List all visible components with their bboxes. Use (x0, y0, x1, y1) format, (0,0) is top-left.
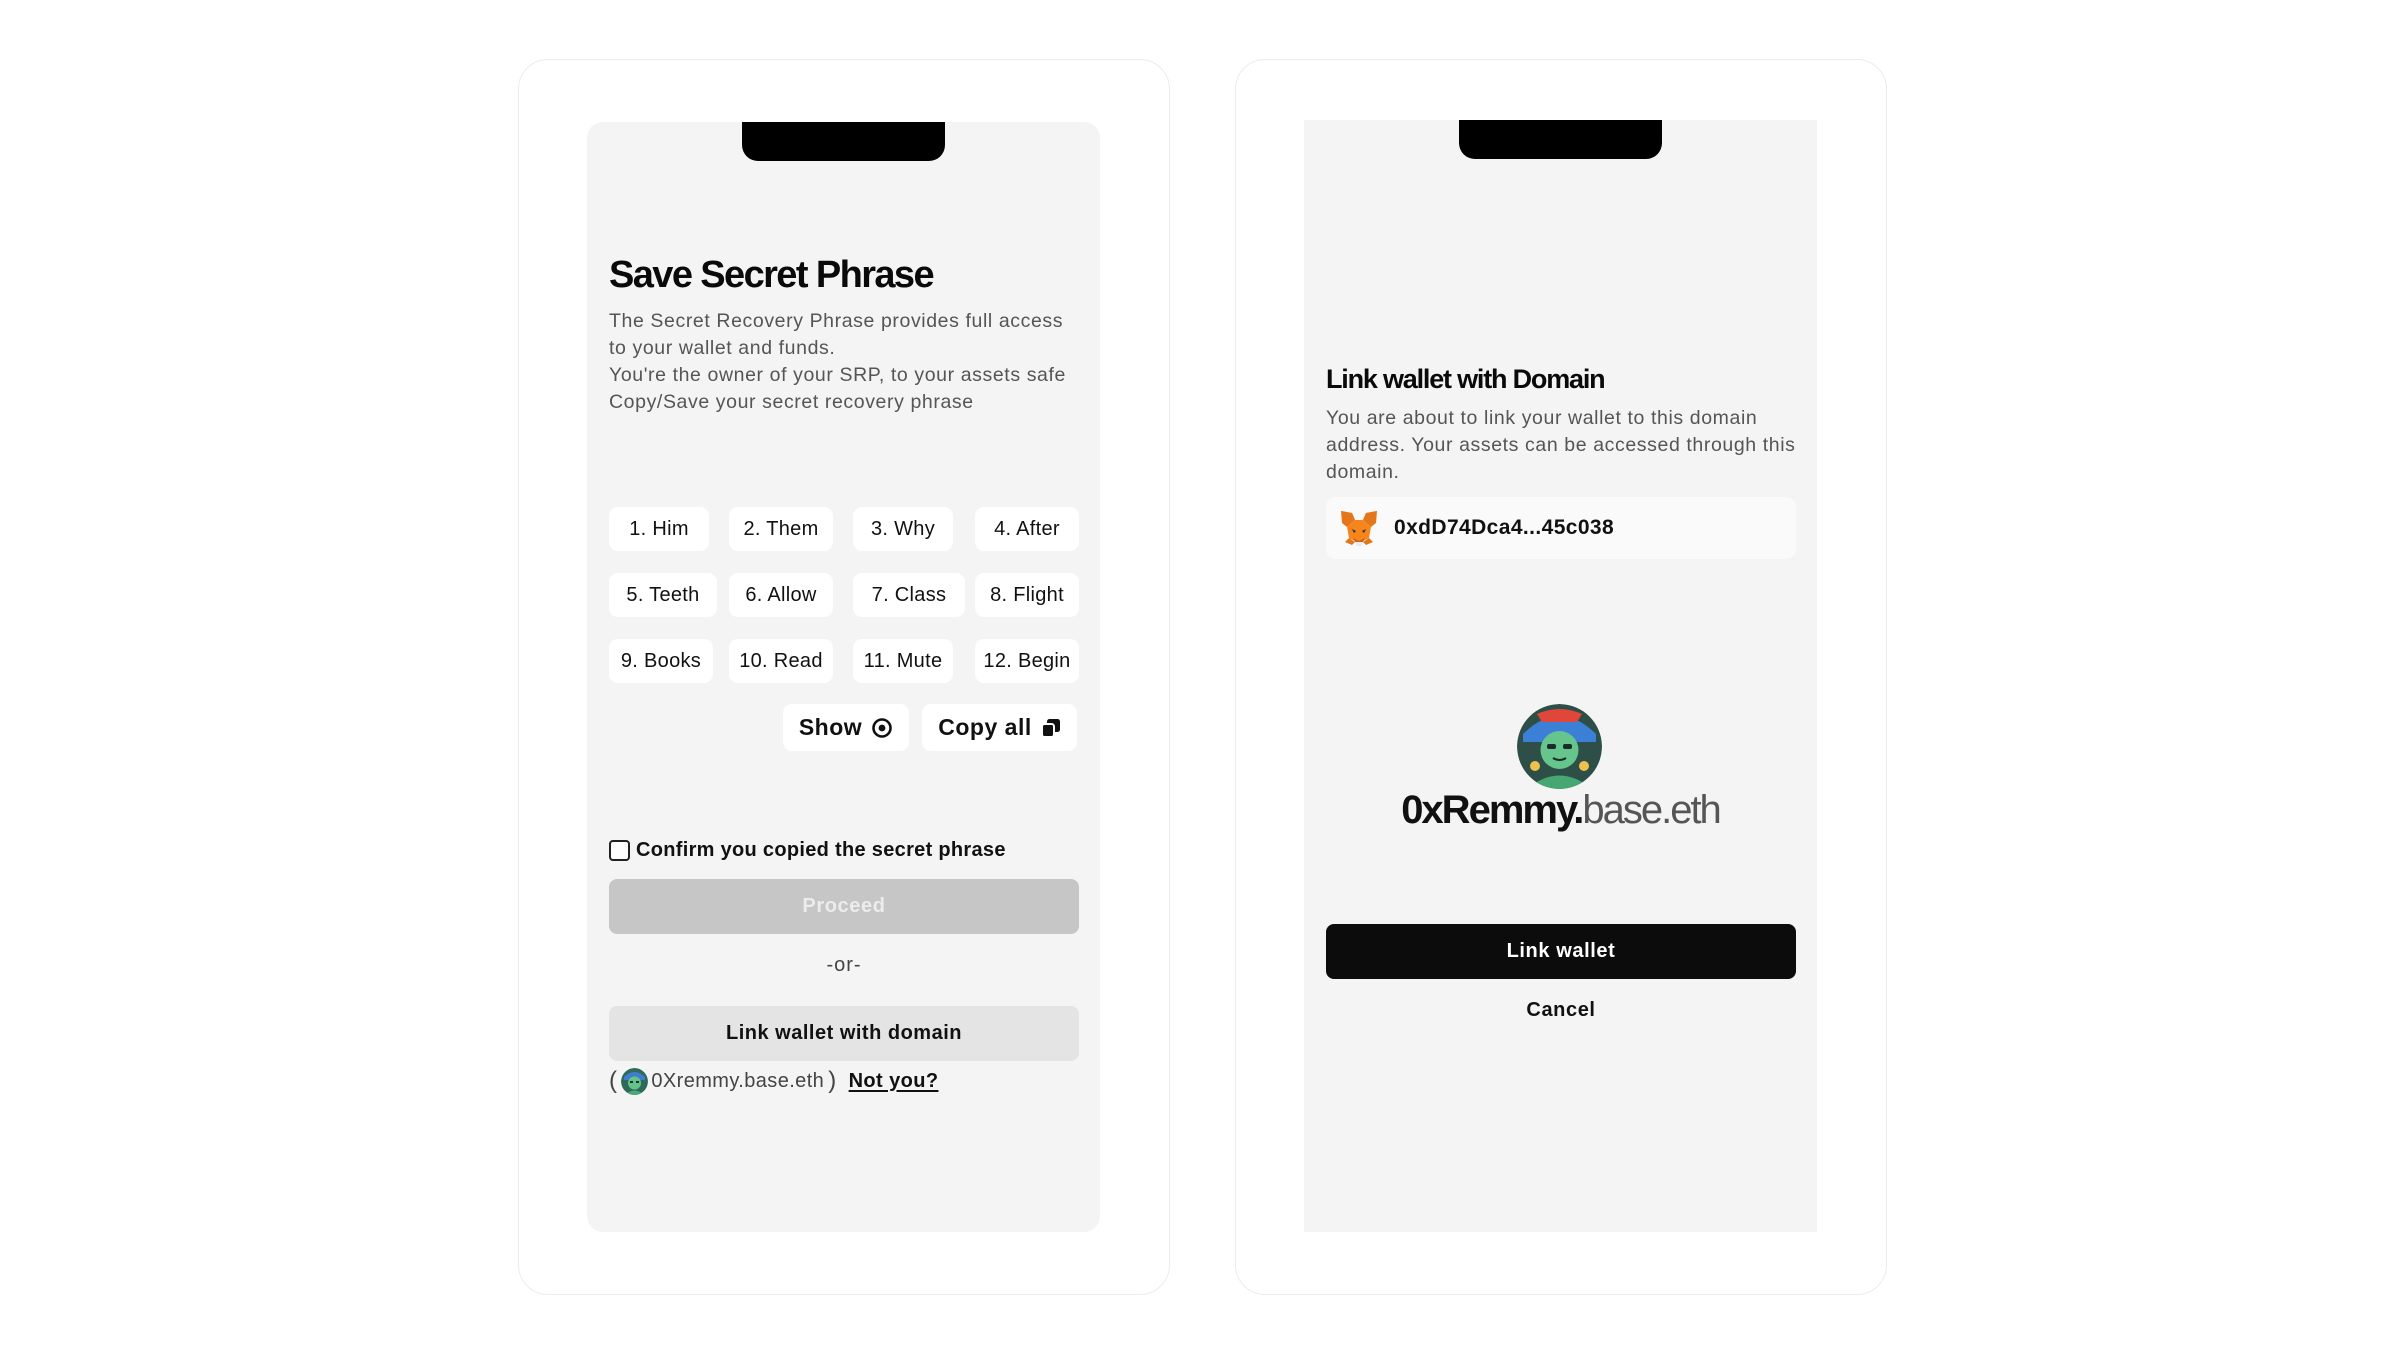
copy-icon (1040, 718, 1060, 738)
phrase-word: 10. Read (729, 639, 833, 683)
domain-handle: 0xRemmy. (1401, 788, 1584, 832)
proceed-button[interactable]: Proceed (609, 879, 1079, 934)
phrase-word: 11. Mute (853, 639, 953, 683)
description-line: The Secret Recovery Phrase provides full… (609, 310, 1064, 359)
phrase-word: 8. Flight (975, 573, 1079, 617)
confirm-label: Confirm you copied the secret phrase (636, 839, 1006, 861)
or-divider: -or- (826, 954, 862, 976)
phrase-word: 12. Begin (975, 639, 1079, 683)
current-identity: ( 0Xremmy.base.eth ) Not you? (609, 1067, 938, 1095)
show-label: Show (798, 714, 863, 740)
secret-phrase-grid: 1. Him 2. Them 3. Why 4. After 5. Teeth … (609, 507, 1079, 687)
phrase-word: 4. After (975, 507, 1079, 551)
confirm-checkbox[interactable] (609, 840, 630, 861)
metamask-fox-icon (1339, 509, 1379, 547)
page-description: You are about to link your wallet to thi… (1326, 407, 1796, 483)
page-title: Link wallet with Domain (1326, 364, 1606, 394)
close-paren: ) (828, 1067, 837, 1094)
phrase-word: 9. Books (609, 639, 713, 683)
link-wallet-with-domain-button[interactable]: Link wallet with domain (609, 1006, 1079, 1061)
phrase-word: 5. Teeth (609, 573, 717, 617)
not-you-link[interactable]: Not you? (849, 1070, 939, 1093)
phone-notch (742, 122, 945, 161)
phrase-word: 7. Class (853, 573, 965, 617)
link-domain-card: Link wallet with Domain You are about to… (1235, 59, 1887, 1295)
link-domain-screen: Link wallet with Domain You are about to… (1304, 120, 1817, 1232)
phrase-word: 6. Allow (729, 573, 833, 617)
domain-suffix: base.eth (1582, 788, 1721, 832)
copy-all-button[interactable]: Copy all (922, 704, 1077, 751)
domain-name: 0xRemmy.base.eth (1304, 788, 1817, 833)
identity-domain: 0Xremmy.base.eth (651, 1069, 825, 1092)
copy-label: Copy all (938, 714, 1032, 740)
page-title: Save Secret Phrase (609, 254, 935, 296)
confirm-copied-row[interactable]: Confirm you copied the secret phrase (609, 839, 1006, 862)
phrase-word: 3. Why (853, 507, 953, 551)
cancel-button[interactable]: Cancel (1326, 990, 1796, 1030)
save-phrase-card: Save Secret Phrase The Secret Recovery P… (518, 59, 1170, 1295)
domain-avatar (1517, 704, 1602, 789)
wallet-address-row: 0xdD74Dca4...45c038 (1326, 497, 1796, 559)
show-phrase-button[interactable]: Show (783, 704, 909, 751)
phrase-word: 1. Him (609, 507, 709, 551)
eye-icon (872, 717, 892, 738)
description-line: You're the owner of your SRP, to your as… (609, 364, 1066, 413)
phrase-word: 2. Them (729, 507, 833, 551)
link-wallet-button[interactable]: Link wallet (1326, 924, 1796, 979)
wallet-address: 0xdD74Dca4...45c038 (1394, 516, 1615, 539)
avatar (621, 1067, 649, 1095)
open-paren: ( (609, 1067, 618, 1094)
page-description: The Secret Recovery Phrase provides full… (609, 308, 1079, 416)
phone-notch (1459, 120, 1662, 159)
save-phrase-screen: Save Secret Phrase The Secret Recovery P… (587, 122, 1100, 1232)
